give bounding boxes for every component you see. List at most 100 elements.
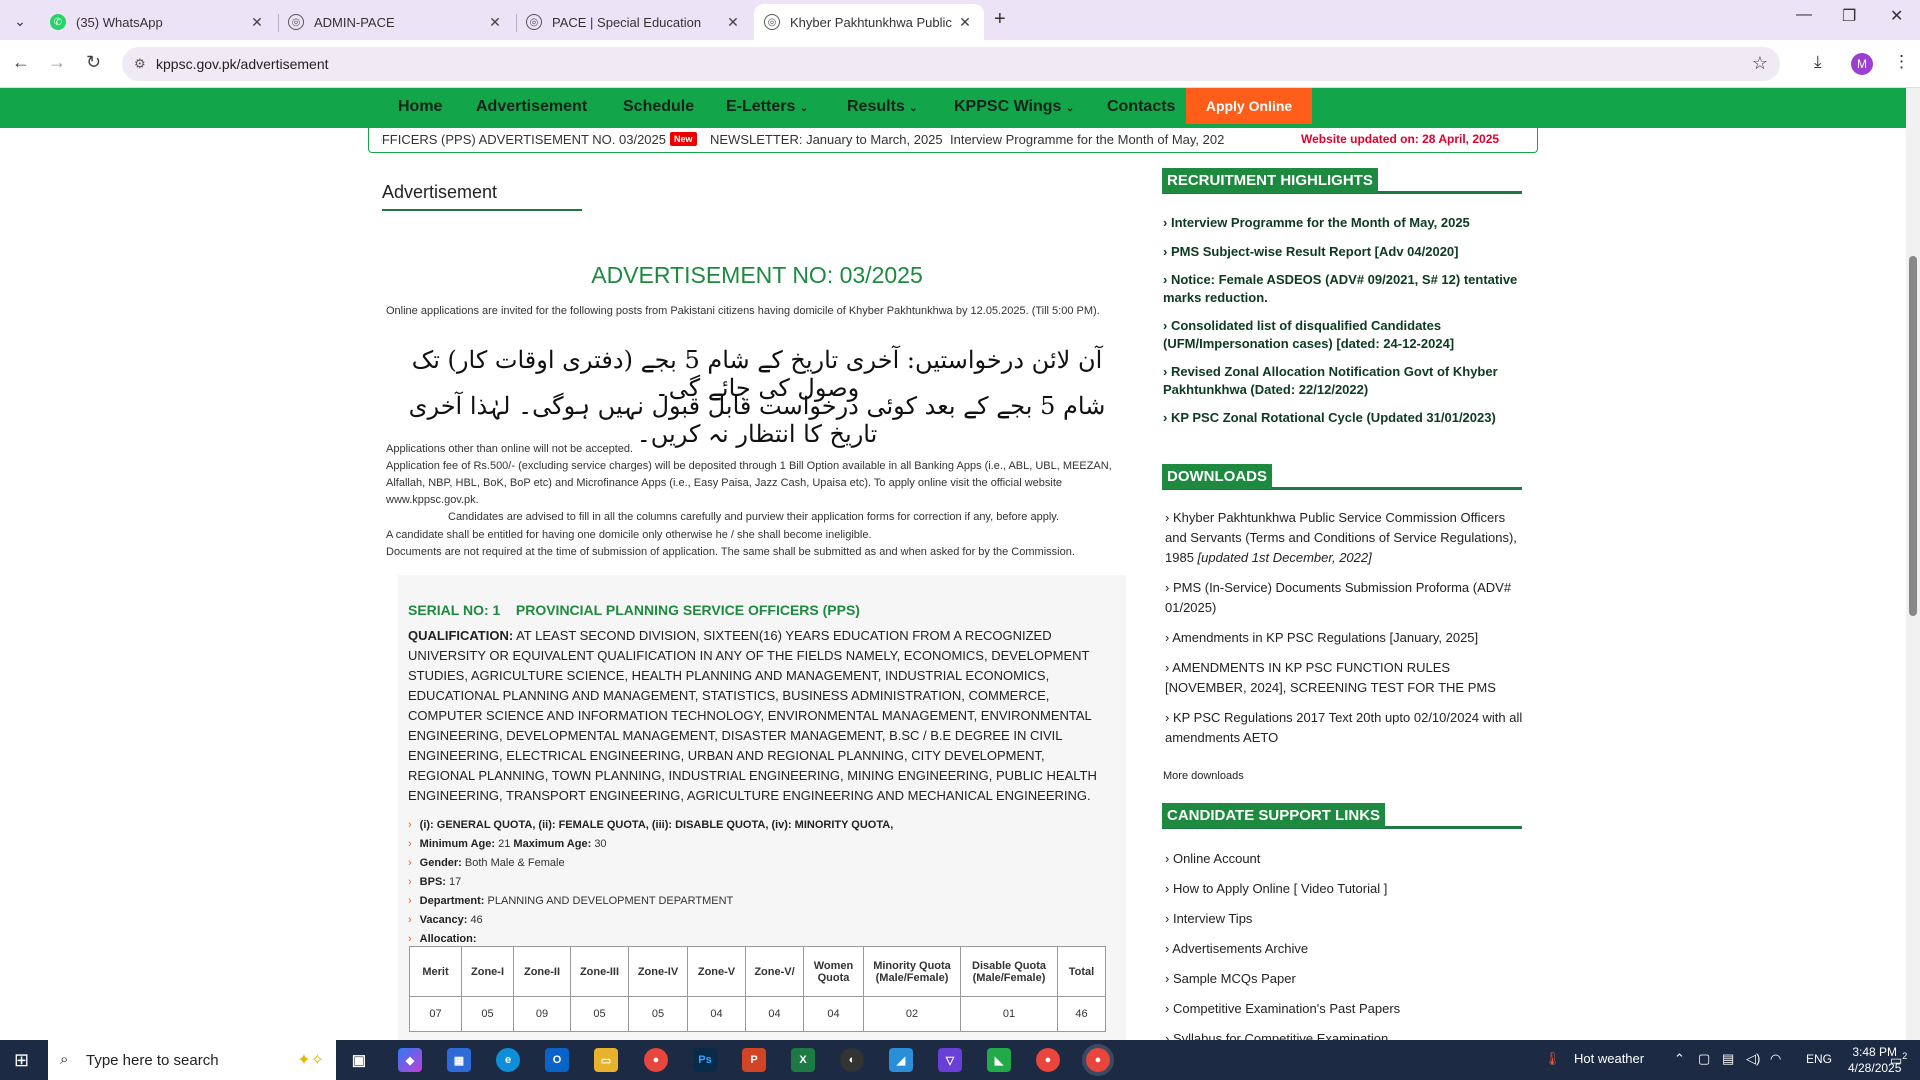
powerpoint-icon[interactable]: P (742, 1048, 766, 1072)
tab-pace-special-education[interactable]: ◎ PACE | Special Education ✕ (516, 4, 752, 40)
wifi-icon[interactable]: ◠ (1770, 1051, 1781, 1067)
globe-icon: ◎ (764, 14, 780, 30)
support-link[interactable]: › Competitive Examination's Past Papers (1165, 1001, 1400, 1016)
table-header-cell: Merit (409, 946, 462, 997)
menu-dots-icon[interactable]: ⋮ (1893, 52, 1910, 72)
recruitment-link[interactable]: › Interview Programme for the Month of M… (1163, 214, 1523, 232)
volume-icon[interactable]: ◁) (1746, 1051, 1760, 1067)
recruitment-link[interactable]: › Consolidated list of disqualified Cand… (1163, 317, 1523, 353)
table-header-cell: Women Quota (803, 946, 864, 997)
language-indicator[interactable]: ENG (1806, 1052, 1832, 1066)
more-downloads-link[interactable]: More downloads (1163, 770, 1244, 782)
store-icon[interactable]: ▦ (447, 1048, 471, 1072)
meet-icon[interactable]: ▢ (1698, 1051, 1710, 1067)
chrome-icon[interactable]: ● (1036, 1048, 1060, 1072)
app-icon[interactable]: ▽ (938, 1048, 962, 1072)
nav-e-letters[interactable]: E-Letters ⌄ (726, 98, 808, 116)
note-text: Application fee of Rs.500/- (excluding s… (386, 460, 1112, 506)
download-link[interactable]: › Amendments in KP PSC Regulations [Janu… (1165, 628, 1525, 648)
qualification-text: QUALIFICATION: AT LEAST SECOND DIVISION,… (408, 628, 1097, 803)
chevron-right-icon: › (408, 933, 412, 945)
edge-icon[interactable]: e (496, 1048, 520, 1072)
support-link[interactable]: › Advertisements Archive (1165, 941, 1308, 956)
ticker-item[interactable]: OFFICERS (PPS) ADVERTISEMENT NO. 03/2025 (381, 132, 666, 147)
app-icon[interactable]: ◣ (987, 1048, 1011, 1072)
restore-icon[interactable]: ❐ (1842, 6, 1856, 26)
weather-icon[interactable]: 🌡 (1544, 1051, 1561, 1067)
app-icon[interactable]: ◐ (840, 1048, 864, 1072)
weather-text[interactable]: Hot weather (1574, 1051, 1644, 1066)
support-link[interactable]: › Syllabus for Competitive Examination (1165, 1031, 1388, 1040)
support-link[interactable]: › Sample MCQs Paper (1165, 971, 1296, 986)
nav-home[interactable]: Home (398, 98, 442, 116)
notification-icon[interactable]: ▭2 (1890, 1051, 1907, 1068)
chrome-profile-icon[interactable]: ● (1086, 1048, 1110, 1072)
page-scrollbar[interactable] (1906, 88, 1920, 1040)
new-tab-button[interactable]: + (994, 8, 1006, 31)
window-close-icon[interactable]: ✕ (1890, 6, 1903, 26)
recruitment-link[interactable]: › Notice: Female ASDEOS (ADV# 09/2021, S… (1163, 271, 1523, 307)
scrollbar-thumb[interactable] (1909, 256, 1917, 616)
table-header-cell: Zone-II (513, 946, 571, 997)
support-link[interactable]: › Interview Tips (1165, 911, 1252, 926)
photoshop-icon[interactable]: Ps (693, 1048, 717, 1072)
download-icon[interactable]: ⤓ (1814, 52, 1822, 72)
close-icon[interactable]: ✕ (724, 14, 742, 31)
support-link[interactable]: › How to Apply Online [ Video Tutorial ] (1165, 881, 1387, 896)
nav-advertisement[interactable]: Advertisement (476, 98, 587, 116)
note-text: A candidate shall be entitled for having… (386, 529, 872, 541)
detail-item: › BPS: 17 (408, 876, 462, 888)
search-icon: ⌕ (60, 1051, 69, 1068)
reload-icon[interactable]: ↻ (86, 52, 101, 73)
chevron-up-icon[interactable]: ⌃ (1674, 1051, 1685, 1067)
apply-online-button[interactable]: Apply Online (1186, 88, 1312, 124)
chrome-icon[interactable]: ● (644, 1048, 668, 1072)
globe-icon: ◎ (288, 14, 304, 30)
download-link[interactable]: › PMS (In-Service) Documents Submission … (1165, 578, 1525, 618)
table-header-cell: Zone-V/ (745, 946, 804, 997)
site-info-icon[interactable]: ⚙ (134, 56, 146, 72)
table-header-cell: Zone-I (461, 946, 514, 997)
nav-results[interactable]: Results ⌄ (847, 98, 918, 116)
network-icon[interactable]: ▤ (1722, 1051, 1734, 1067)
download-link[interactable]: › AMENDMENTS IN KP PSC FUNCTION RULES [N… (1165, 658, 1525, 698)
task-view-icon[interactable]: ▣ (347, 1048, 371, 1072)
download-link[interactable]: › Khyber Pakhtunkhwa Public Service Comm… (1165, 508, 1525, 568)
taskbar-search[interactable]: ⌕ Type here to search ✦✧ (48, 1040, 336, 1080)
ticker-item[interactable]: NEWSLETTER: January to March, 2025 (710, 132, 943, 147)
recruitment-highlights-heading: RECRUITMENT HIGHLIGHTS (1162, 168, 1522, 194)
close-icon[interactable]: ✕ (956, 14, 974, 31)
recruitment-link[interactable]: › Revised Zonal Allocation Notification … (1163, 363, 1523, 399)
nav-kppsc-wings[interactable]: KPPSC Wings ⌄ (954, 98, 1074, 116)
tab-kppsc[interactable]: ◎ Khyber Pakhtunkhwa Public Ser ✕ (754, 4, 984, 40)
copilot-icon[interactable]: ◆ (398, 1048, 422, 1072)
detail-item: › Allocation: (408, 933, 477, 945)
file-explorer-icon[interactable]: ▭ (594, 1048, 618, 1072)
tab-whatsapp[interactable]: ✆ (35) WhatsApp ✕ (40, 4, 276, 40)
downloads-heading: DOWNLOADS (1162, 464, 1522, 490)
url-bar[interactable]: ⚙ kppsc.gov.pk/advertisement ☆ (122, 47, 1780, 81)
tab-admin-pace[interactable]: ◎ ADMIN-PACE ✕ (278, 4, 514, 40)
nav-schedule[interactable]: Schedule (623, 98, 694, 116)
close-icon[interactable]: ✕ (248, 14, 266, 31)
close-icon[interactable]: ✕ (486, 14, 504, 31)
forward-arrow-icon[interactable]: → (48, 52, 66, 73)
globe-icon: ◎ (526, 14, 542, 30)
support-link[interactable]: › Online Account (1165, 851, 1260, 866)
tab-search-icon[interactable]: ⌄ (8, 9, 32, 33)
download-link[interactable]: › KP PSC Regulations 2017 Text 20th upto… (1165, 708, 1525, 748)
nav-contacts[interactable]: Contacts (1107, 98, 1175, 116)
app-icon[interactable]: ◢ (889, 1048, 913, 1072)
outlook-icon[interactable]: O (545, 1048, 569, 1072)
allocation-table: Merit Zone-I Zone-II Zone-III Zone-IV Zo… (409, 946, 1106, 1032)
ticker-item[interactable]: Interview Programme for the Month of May… (950, 132, 1230, 147)
recruitment-link[interactable]: › PMS Subject-wise Result Report [Adv 04… (1163, 243, 1523, 261)
chevron-right-icon: › (408, 838, 412, 850)
recruitment-link[interactable]: › KP PSC Zonal Rotational Cycle (Updated… (1163, 409, 1523, 427)
minimize-icon[interactable]: — (1796, 6, 1812, 24)
excel-icon[interactable]: X (791, 1048, 815, 1072)
bookmark-star-icon[interactable]: ☆ (1752, 53, 1768, 74)
windows-start-icon[interactable]: ⊞ (14, 1050, 29, 1071)
back-arrow-icon[interactable]: ← (12, 52, 30, 73)
avatar[interactable]: M (1851, 53, 1873, 75)
